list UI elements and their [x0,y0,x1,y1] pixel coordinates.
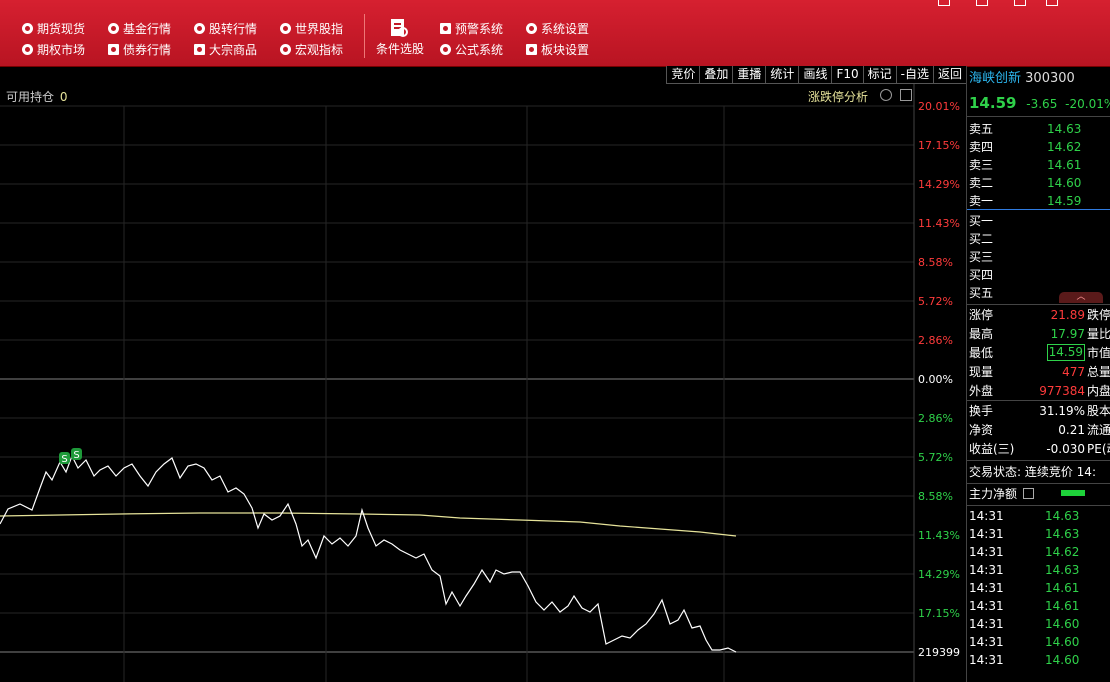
share-transfer-icon [194,23,205,34]
tool-remove-watchlist[interactable]: -自选 [895,66,933,84]
menu-commodity[interactable]: 大宗商品 [194,41,257,59]
options-icon [22,44,33,55]
main-net-label: 主力净额 [969,485,1034,503]
stock-title: 海峡创新 300300 [969,71,1075,86]
net-flow-bar [1061,490,1085,496]
menu-futures-spot[interactable]: 期货现货 [22,20,85,38]
trade-status: 交易状态: 连续竞价 14: [969,465,1096,479]
percent-label: 5.72% [918,451,953,464]
percent-label: 2.86% [918,334,953,347]
percent-label: 17.15% [918,607,960,620]
globe-icon [280,23,291,34]
menu-fund[interactable]: 基金行情 [108,20,171,38]
chart-canvas: S S [0,84,915,682]
chart-toolbar: 竞价 叠加 重播 统计 画线 F10 标记 -自选 返回 [666,66,966,84]
tool-replay[interactable]: 重播 [732,66,766,84]
screener-button[interactable]: 条件选股 [376,16,426,60]
tool-draw[interactable]: 画线 [798,66,832,84]
price-summary: 14.59 -3.65 -20.01% [969,94,1110,112]
list-icon[interactable] [1022,488,1034,499]
stat-row: 涨停 21.89 跌停 [969,308,1110,322]
tool-statistics[interactable]: 统计 [765,66,799,84]
percent-label: 14.29% [918,568,960,581]
percent-label: 20.01% [918,100,960,113]
menu-world-index[interactable]: 世界股指 [280,20,343,38]
stat-row: 换手 31.19% 股本 [969,404,1110,418]
menu-macro[interactable]: 宏观指标 [280,41,343,59]
price-line [0,454,737,653]
percent-label: 2.86% [918,412,953,425]
percent-label: 14.29% [918,178,960,191]
percent-label: 5.72% [918,295,953,308]
signal-mark[interactable]: S [71,448,82,461]
menu-alarm[interactable]: 预警系统 [440,20,503,38]
window-max-icon[interactable] [1014,0,1026,6]
menu-sector-settings[interactable]: 板块设置 [526,41,589,59]
futures-icon [22,23,33,34]
stat-row: 外盘 977384 内盘 [969,384,1110,398]
alarm-icon [440,23,451,34]
percent-label: 8.58% [918,490,953,503]
percent-label: 11.43% [918,217,960,230]
menu-divider [364,14,365,58]
tool-auction[interactable]: 竞价 [666,66,700,84]
menu-system-settings[interactable]: 系统设置 [526,20,589,38]
stat-row: 最低 14.59 市值 [969,344,1110,361]
average-price-line [0,512,737,537]
book-divider [967,209,1110,210]
svg-text:S: S [73,450,79,461]
window-tile-icon[interactable] [938,0,950,6]
macro-icon [280,44,291,55]
tool-mark[interactable]: 标记 [862,66,896,84]
top-menu-bar: 期货现货 基金行情 股转行情 世界股指 期权市场 债券行情 大宗商品 宏观指标 … [0,0,1110,67]
percent-label: 0.00% [918,373,953,386]
svg-text:S: S [61,454,67,465]
stat-row: 现量 477 总量 [969,365,1110,379]
window-min-icon[interactable] [976,0,988,6]
chart-grid [0,84,915,682]
percent-label: 8.58% [918,256,953,269]
signal-mark[interactable]: S [59,452,70,465]
percent-label: 11.43% [918,529,960,542]
tool-back[interactable]: 返回 [932,66,966,84]
stat-row: 净资 0.21 流通 [969,423,1110,437]
fund-icon [108,23,119,34]
commodity-icon [194,44,205,55]
collapse-chevron-icon[interactable]: ︿ [1059,292,1103,303]
tools-icon [526,23,537,34]
menu-bond[interactable]: 债券行情 [108,41,171,59]
stat-row: 最高 17.97 量比 [969,327,1110,341]
sector-icon [526,44,537,55]
formula-icon [440,44,451,55]
percent-label: 17.15% [918,139,960,152]
menu-formula[interactable]: 公式系统 [440,41,503,59]
screener-icon [391,19,408,37]
volume-label: 219399 [918,646,960,659]
tool-f10[interactable]: F10 [831,66,863,84]
bond-icon [108,44,119,55]
stat-row: 收益(三)-0.030PE(动 [969,442,1110,456]
menu-share-transfer[interactable]: 股转行情 [194,20,257,38]
window-restore-icon[interactable] [1046,0,1058,6]
menu-options[interactable]: 期权市场 [22,41,85,59]
tool-overlay[interactable]: 叠加 [699,66,733,84]
quote-panel: 海峡创新 300300 14.59 -3.65 -20.01% 卖五14.63卖… [966,66,1110,682]
